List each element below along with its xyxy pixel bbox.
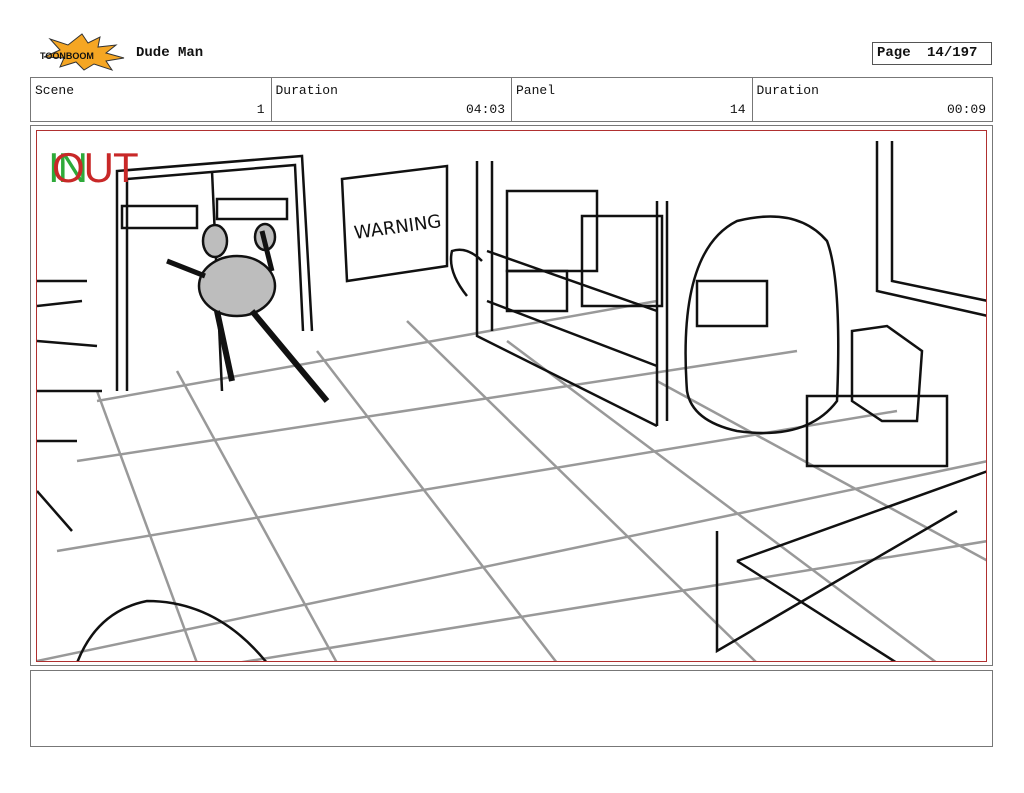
out-marker: OUT <box>52 144 139 191</box>
logo-text: TOONBOOM <box>40 51 94 61</box>
panel-duration-label: Duration <box>756 83 819 98</box>
scene-duration-label: Duration <box>275 83 338 98</box>
scene-label: Scene <box>35 83 75 98</box>
page-number: 14/197 <box>927 45 978 61</box>
page-indicator: Page 14/197 <box>872 42 992 65</box>
panel-duration-cell: Duration 00:09 <box>753 78 993 121</box>
notes-box[interactable] <box>30 670 993 747</box>
background-sketch <box>37 141 986 661</box>
project-title: Dude Man <box>136 45 204 61</box>
panel-value: 14 <box>729 102 746 117</box>
page-label: Page <box>877 45 911 61</box>
floor-grid <box>37 299 986 661</box>
info-row: Scene 1 Duration 04:03 Panel 14 Duration… <box>30 77 993 122</box>
warning-sign-text: WARNING <box>353 211 443 244</box>
panel-label: Panel <box>516 83 556 98</box>
scene-duration-cell: Duration 04:03 <box>272 78 512 121</box>
toonboom-logo: TOONBOOM <box>40 33 125 71</box>
scene-duration-value: 04:03 <box>465 102 505 117</box>
panel-cell: Panel 14 <box>512 78 753 121</box>
scene-value: 1 <box>256 102 265 117</box>
scene-cell: Scene 1 <box>31 78 272 121</box>
panel-image: WARNING <box>36 130 987 662</box>
panel-duration-value: 00:09 <box>946 102 986 117</box>
storyboard-sketch: WARNING <box>37 141 986 661</box>
warning-sign: WARNING <box>353 211 443 244</box>
